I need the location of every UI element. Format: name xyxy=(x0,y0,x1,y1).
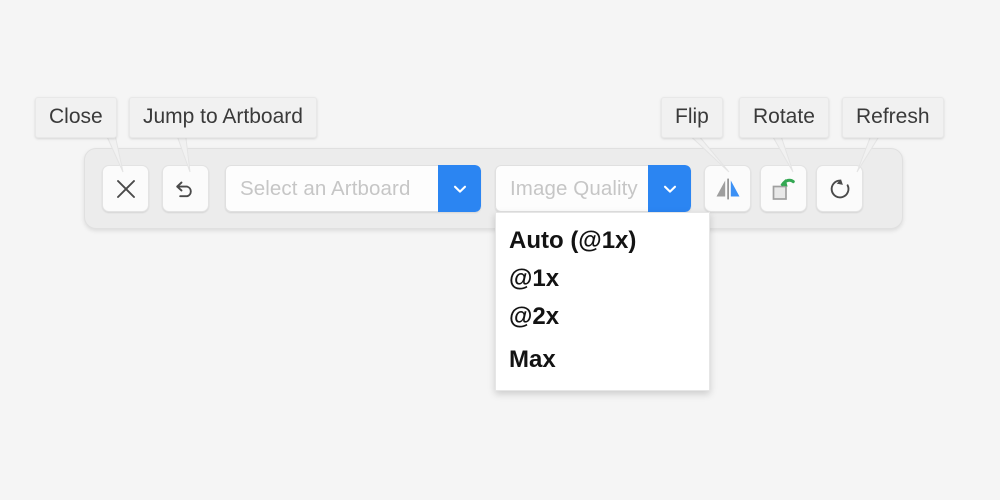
image-quality-select[interactable]: Image Quality xyxy=(495,165,691,212)
plugin-toolbar: Select an Artboard Image Quality xyxy=(84,148,903,229)
close-button[interactable] xyxy=(102,165,149,212)
tooltip-jump-to-artboard-label: Jump to Artboard xyxy=(143,105,303,128)
tooltip-refresh: Refresh xyxy=(842,97,944,138)
artboard-select[interactable]: Select an Artboard xyxy=(225,165,481,212)
undo-arrow-icon xyxy=(175,181,192,197)
menu-item-auto-1x[interactable]: Auto (@1x) xyxy=(496,222,709,260)
flip-horizontal-icon xyxy=(716,178,739,199)
image-quality-select-arrow[interactable] xyxy=(648,165,691,212)
refresh-button[interactable] xyxy=(816,165,863,212)
menu-item-label: @2x xyxy=(509,303,560,331)
rotate-square-icon xyxy=(772,178,795,200)
tooltip-rotate-label: Rotate xyxy=(753,105,815,128)
screenshot-canvas: Close Jump to Artboard Flip Rotate Refre… xyxy=(0,0,1000,500)
refresh-circular-arrow-icon xyxy=(830,178,849,198)
image-quality-dropdown-menu[interactable]: Auto (@1x) @1x @2x Max xyxy=(495,212,710,392)
toolbar-controls-row: Select an Artboard Image Quality xyxy=(102,149,885,228)
artboard-select-placeholder: Select an Artboard xyxy=(240,176,411,200)
tooltip-flip-label: Flip xyxy=(675,105,709,128)
menu-item-2x[interactable]: @2x xyxy=(496,298,709,336)
menu-item-label: @1x xyxy=(509,265,560,293)
image-quality-select-placeholder: Image Quality xyxy=(510,176,638,200)
tooltip-close-label: Close xyxy=(49,105,103,128)
menu-item-label: Auto (@1x) xyxy=(509,227,637,254)
tooltip-flip: Flip xyxy=(661,97,723,138)
menu-item-1x[interactable]: @1x xyxy=(496,260,709,298)
jump-to-artboard-button[interactable] xyxy=(162,165,209,212)
tooltip-refresh-label: Refresh xyxy=(856,105,930,128)
flip-button[interactable] xyxy=(704,165,751,212)
tooltip-close: Close xyxy=(35,97,117,138)
chevron-down-icon xyxy=(663,185,676,193)
image-quality-select-field[interactable]: Image Quality xyxy=(495,165,648,212)
menu-item-max[interactable]: Max xyxy=(496,336,709,379)
tooltip-jump-to-artboard: Jump to Artboard xyxy=(129,97,317,138)
rotate-button[interactable] xyxy=(760,165,807,212)
close-x-icon xyxy=(116,179,135,198)
artboard-select-arrow[interactable] xyxy=(438,165,481,212)
menu-item-label: Max xyxy=(509,346,556,374)
artboard-select-field[interactable]: Select an Artboard xyxy=(225,165,438,212)
tooltip-rotate: Rotate xyxy=(739,97,829,138)
chevron-down-icon xyxy=(453,185,466,193)
